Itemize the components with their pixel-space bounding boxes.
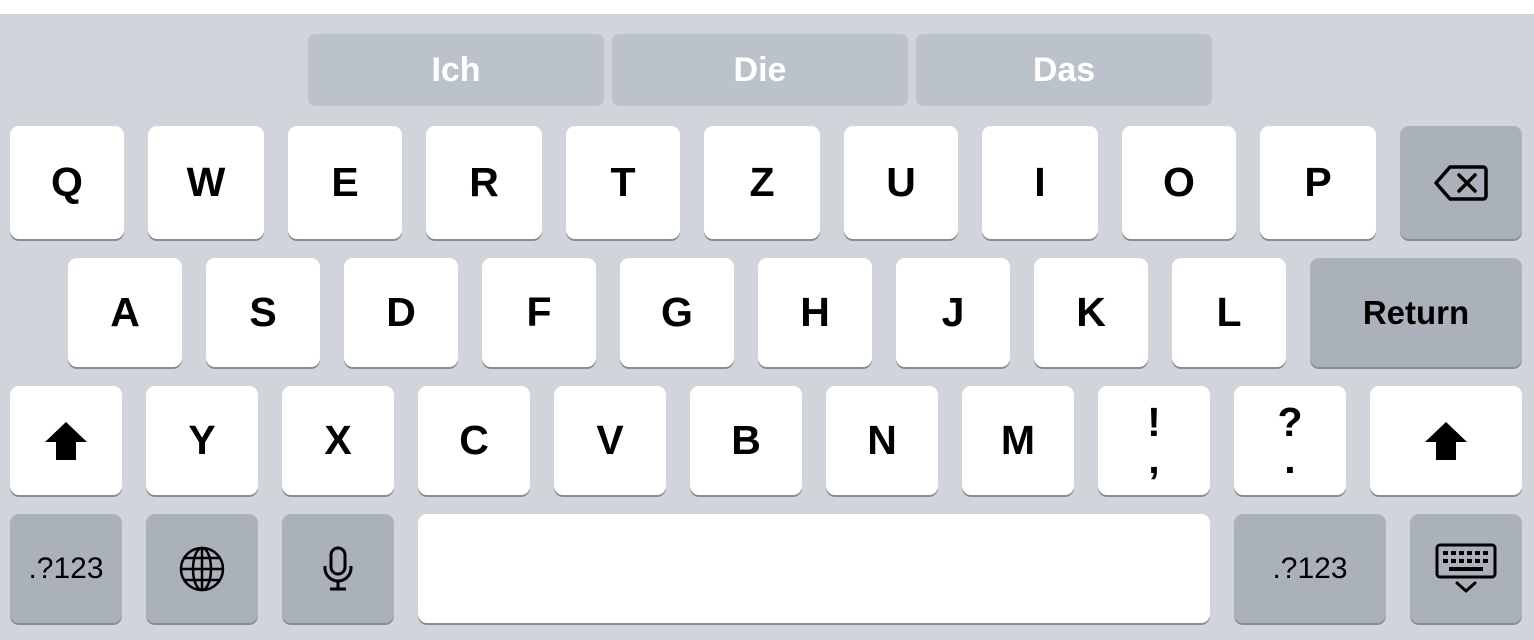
key-z[interactable]: Z bbox=[704, 126, 820, 239]
key-j[interactable]: J bbox=[896, 258, 1010, 367]
key-l[interactable]: L bbox=[1172, 258, 1286, 367]
key-g[interactable]: G bbox=[620, 258, 734, 367]
key-exclamation-comma[interactable]: ! , bbox=[1098, 386, 1210, 495]
key-c[interactable]: C bbox=[418, 386, 530, 495]
key-b[interactable]: B bbox=[690, 386, 802, 495]
key-x[interactable]: X bbox=[282, 386, 394, 495]
key-w[interactable]: W bbox=[148, 126, 264, 239]
key-o[interactable]: O bbox=[1122, 126, 1236, 239]
key-u[interactable]: U bbox=[844, 126, 958, 239]
suggestion-2[interactable]: Die bbox=[612, 34, 908, 106]
key-v[interactable]: V bbox=[554, 386, 666, 495]
globe-key[interactable] bbox=[146, 514, 258, 623]
punct-top: ? bbox=[1277, 398, 1303, 445]
punct-stack: ? . bbox=[1277, 398, 1303, 482]
key-d[interactable]: D bbox=[344, 258, 458, 367]
globe-icon bbox=[179, 546, 225, 591]
dismiss-keyboard-key[interactable] bbox=[1410, 514, 1522, 623]
numbers-key-right[interactable]: .?123 bbox=[1234, 514, 1386, 623]
key-r[interactable]: R bbox=[426, 126, 542, 239]
punct-top: ! bbox=[1147, 398, 1161, 445]
space-key[interactable] bbox=[418, 514, 1210, 623]
backspace-icon bbox=[1434, 164, 1488, 201]
delete-key[interactable] bbox=[1400, 126, 1522, 239]
key-p[interactable]: P bbox=[1260, 126, 1376, 239]
key-question-period[interactable]: ? . bbox=[1234, 386, 1346, 495]
shift-icon bbox=[1425, 421, 1467, 460]
shift-icon bbox=[45, 421, 87, 460]
keyboard-dismiss-icon bbox=[1435, 543, 1497, 592]
key-h[interactable]: H bbox=[758, 258, 872, 367]
key-y[interactable]: Y bbox=[146, 386, 258, 495]
punct-bottom: , bbox=[1148, 435, 1160, 482]
key-q[interactable]: Q bbox=[10, 126, 124, 239]
key-a[interactable]: A bbox=[68, 258, 182, 367]
numbers-key-left[interactable]: .?123 bbox=[10, 514, 122, 623]
key-t[interactable]: T bbox=[566, 126, 680, 239]
microphone-icon bbox=[323, 546, 353, 590]
suggestion-3[interactable]: Das bbox=[916, 34, 1212, 106]
suggestion-1[interactable]: Ich bbox=[308, 34, 604, 106]
punct-bottom: . bbox=[1284, 435, 1296, 482]
key-m[interactable]: M bbox=[962, 386, 1074, 495]
shift-key-right[interactable] bbox=[1370, 386, 1522, 495]
key-n[interactable]: N bbox=[826, 386, 938, 495]
punct-stack: ! , bbox=[1147, 398, 1161, 482]
return-key[interactable]: Return bbox=[1310, 258, 1522, 367]
dictation-key[interactable] bbox=[282, 514, 394, 623]
key-f[interactable]: F bbox=[482, 258, 596, 367]
key-k[interactable]: K bbox=[1034, 258, 1148, 367]
shift-key-left[interactable] bbox=[10, 386, 122, 495]
key-i[interactable]: I bbox=[982, 126, 1098, 239]
key-e[interactable]: E bbox=[288, 126, 402, 239]
key-s[interactable]: S bbox=[206, 258, 320, 367]
